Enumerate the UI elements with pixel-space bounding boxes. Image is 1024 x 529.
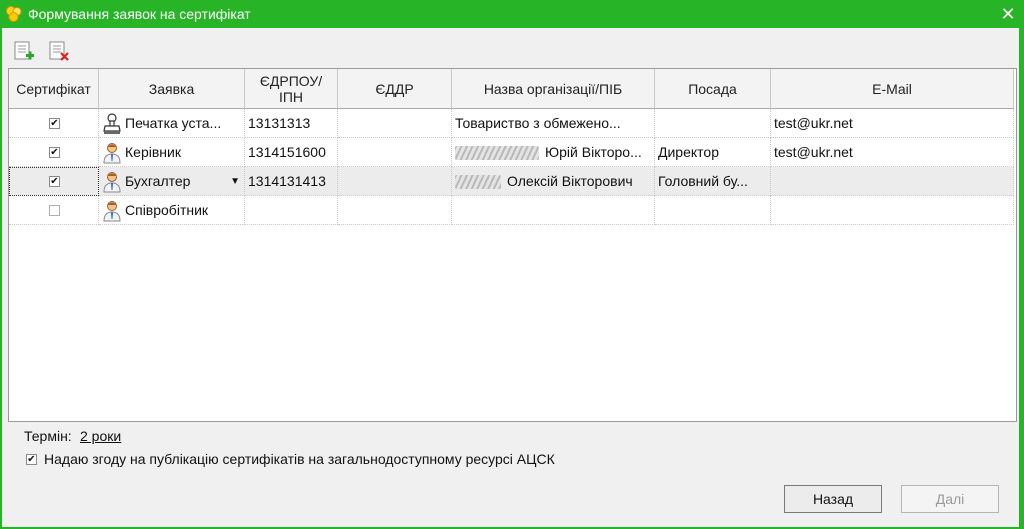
- edrpou-cell[interactable]: 1314131413: [245, 167, 338, 196]
- org-cell[interactable]: [452, 196, 655, 225]
- person-icon: [103, 172, 121, 193]
- header-position[interactable]: Посада: [655, 69, 771, 109]
- cert-checkbox[interactable]: [49, 205, 60, 216]
- header-request[interactable]: Заявка: [99, 69, 245, 109]
- redacted-surname: [455, 175, 501, 190]
- app-logo-icon: [6, 6, 22, 22]
- dropdown-arrow-icon[interactable]: ▼: [230, 167, 240, 195]
- request-cell[interactable]: Керівник: [99, 138, 245, 167]
- request-cell[interactable]: Бухгалтер ▼: [99, 167, 245, 196]
- cert-checkbox[interactable]: ✔: [49, 118, 60, 129]
- term-value-link[interactable]: 2 роки: [80, 428, 121, 444]
- org-name-text: Юрій Вікторо...: [545, 144, 642, 160]
- cert-cell: ✔: [9, 167, 99, 196]
- header-org[interactable]: Назва організації/ПІБ: [452, 69, 655, 109]
- position-cell[interactable]: Головний бу...: [655, 167, 771, 196]
- cert-cell: [9, 196, 99, 225]
- header-edrpou[interactable]: ЄДРПОУ/ ІПН: [245, 69, 338, 109]
- edrpou-cell[interactable]: [245, 196, 338, 225]
- header-cert[interactable]: Сертифікат: [9, 69, 99, 109]
- main-window: Формування заявок на сертифікат ✕ Сертиф…: [0, 0, 1024, 529]
- window-title: Формування заявок на сертифікат: [28, 6, 251, 22]
- position-cell[interactable]: Директор: [655, 138, 771, 167]
- request-cell[interactable]: Печатка уста...: [99, 109, 245, 138]
- dialog-body: Сертифікат Заявка ЄДРПОУ/ ІПН ЄДДР Назва…: [2, 28, 1019, 527]
- org-cell[interactable]: Юрій Вікторо...: [452, 138, 655, 167]
- org-cell[interactable]: Олексій Вікторович: [452, 167, 655, 196]
- org-name-text: Олексій Вікторович: [507, 173, 633, 189]
- email-cell[interactable]: [771, 167, 1014, 196]
- table-row[interactable]: ✔ Керівник 1314151600 Юрій Вікторо... Ди…: [9, 138, 1014, 167]
- cert-checkbox[interactable]: ✔: [49, 176, 60, 187]
- edrpou-cell[interactable]: 1314151600: [245, 138, 338, 167]
- cert-checkbox[interactable]: ✔: [49, 147, 60, 158]
- back-button[interactable]: Назад: [784, 485, 882, 513]
- request-type-label: Співробітник: [125, 202, 209, 218]
- request-type-label: Бухгалтер: [125, 173, 191, 189]
- eddr-cell[interactable]: [338, 167, 452, 196]
- email-cell[interactable]: [771, 196, 1014, 225]
- email-cell[interactable]: test@ukr.net: [771, 138, 1014, 167]
- person-icon: [103, 143, 121, 164]
- table-row[interactable]: Співробітник: [9, 196, 1014, 225]
- request-type-label: Печатка уста...: [125, 115, 222, 131]
- person-icon: [103, 201, 121, 222]
- position-cell[interactable]: [655, 196, 771, 225]
- edrpou-cell[interactable]: 13131313: [245, 109, 338, 138]
- request-cell[interactable]: Співробітник: [99, 196, 245, 225]
- redacted-surname: [455, 146, 539, 161]
- consent-label: Надаю згоду на публікацію сертифікатів н…: [44, 451, 555, 467]
- delete-request-icon[interactable]: [47, 40, 71, 64]
- org-cell[interactable]: Товариство з обмежено...: [452, 109, 655, 138]
- stamp-icon: [103, 113, 121, 134]
- eddr-cell[interactable]: [338, 196, 452, 225]
- add-request-icon[interactable]: [12, 40, 36, 64]
- table-row[interactable]: ✔ Бухгалтер ▼ 1314131413 Олексій Вікторо…: [9, 167, 1014, 196]
- cert-cell: ✔: [9, 109, 99, 138]
- header-email[interactable]: E-Mail: [771, 69, 1014, 109]
- close-icon[interactable]: ✕: [998, 4, 1018, 24]
- term-label: Термін:: [24, 428, 72, 444]
- next-button[interactable]: Далі: [901, 485, 999, 513]
- eddr-cell[interactable]: [338, 138, 452, 167]
- title-bar: Формування заявок на сертифікат ✕: [0, 0, 1024, 28]
- consent-checkbox[interactable]: ✔: [26, 454, 37, 465]
- position-cell[interactable]: [655, 109, 771, 138]
- email-cell[interactable]: test@ukr.net: [771, 109, 1014, 138]
- request-type-label: Керівник: [125, 144, 181, 160]
- eddr-cell[interactable]: [338, 109, 452, 138]
- header-eddr[interactable]: ЄДДР: [338, 69, 452, 109]
- table-row[interactable]: ✔ Печатка уста... 13131313 Товариство з …: [9, 109, 1014, 138]
- requests-table: Сертифікат Заявка ЄДРПОУ/ ІПН ЄДДР Назва…: [8, 68, 1017, 422]
- cert-cell: ✔: [9, 138, 99, 167]
